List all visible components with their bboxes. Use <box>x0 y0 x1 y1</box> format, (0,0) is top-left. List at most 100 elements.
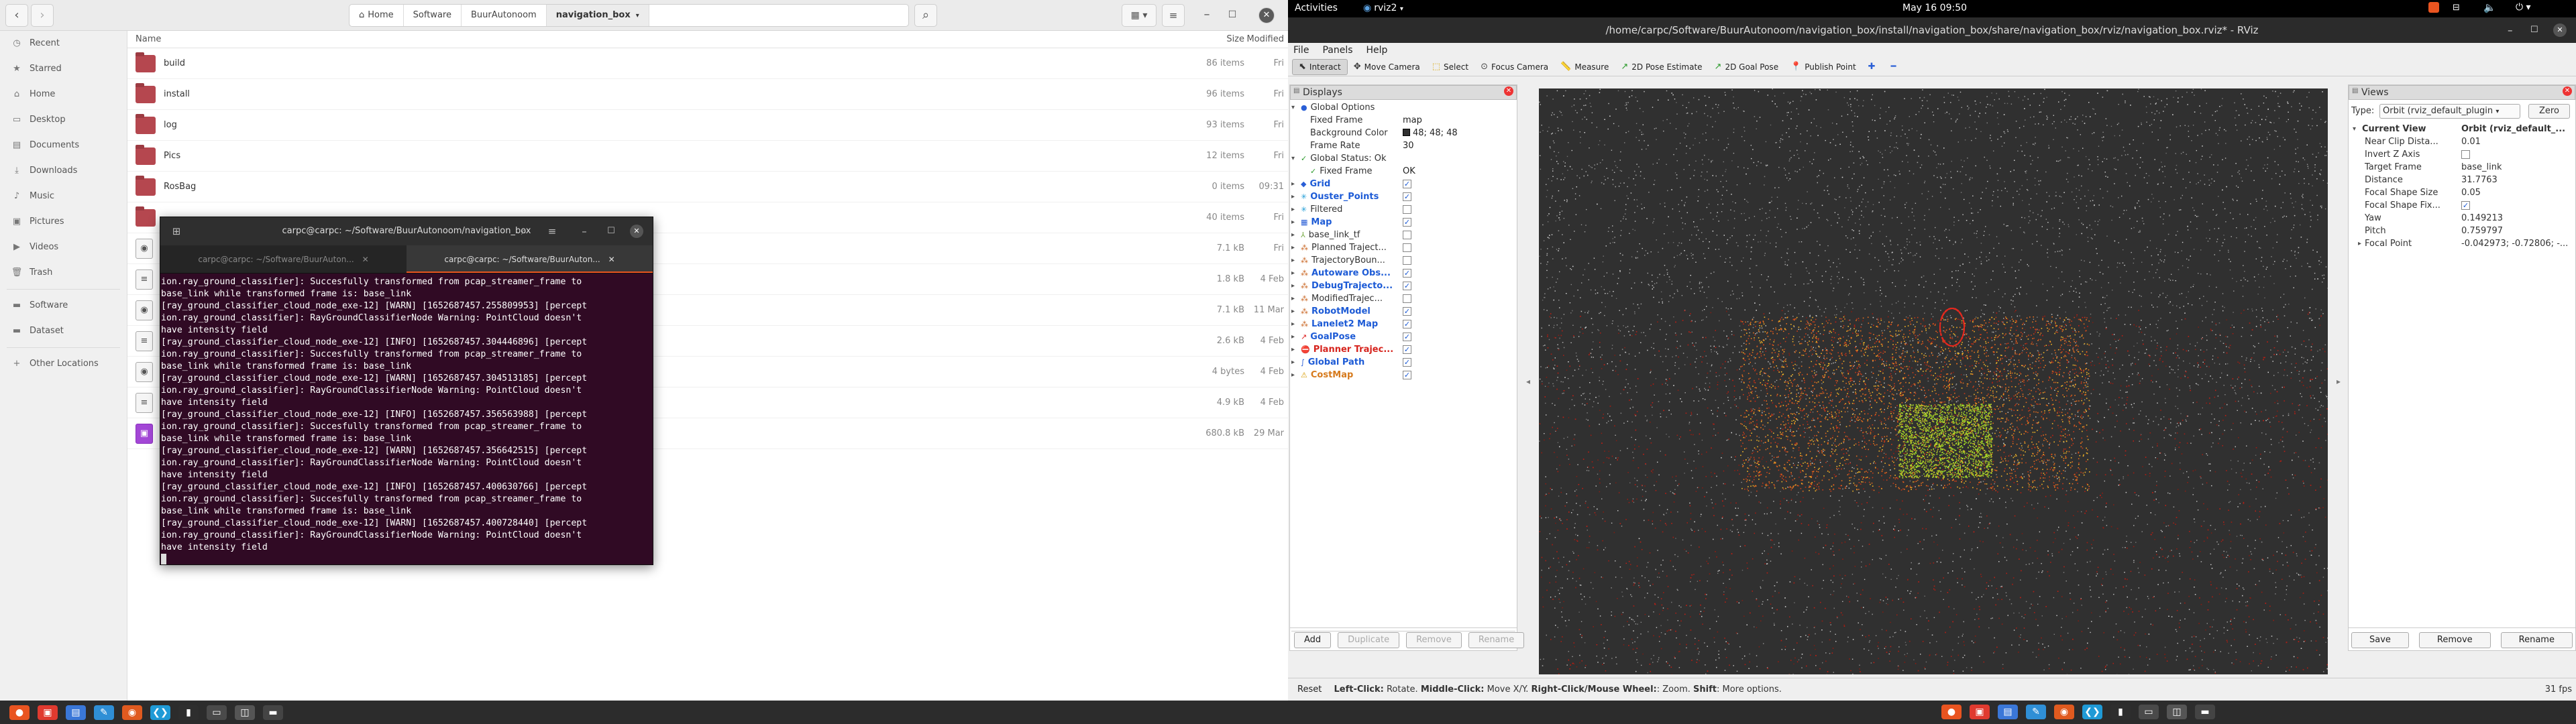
volume-icon[interactable]: 🔈 <box>2483 1 2496 13</box>
terminal-tab-2[interactable]: carpc@carpc: ~/Software/BuurAuton... ✕ <box>407 245 653 273</box>
minimize-button[interactable]: – <box>1195 4 1218 27</box>
maximize-icon[interactable]: ☐ <box>2530 17 2538 43</box>
sidebar-item-pictures[interactable]: ▣ Pictures <box>0 209 127 235</box>
display-fixed-frame[interactable]: ✓ Fixed Frame OK <box>1290 165 1517 178</box>
path-navigation-box[interactable]: navigation_box ▾ <box>547 5 649 26</box>
expand-right-icon[interactable]: ▸ <box>1291 203 1295 216</box>
display-checkbox[interactable]: ✓ <box>1403 180 1411 188</box>
tool-publish-point[interactable]: 📍 Publish Point <box>1784 59 1862 75</box>
expand-right-icon[interactable]: ▸ <box>1291 241 1295 254</box>
terminal-output[interactable]: ion.ray_ground_classifier]: Succesfully … <box>160 274 653 564</box>
display-robotmodel[interactable]: ▸ ⁂ RobotModel ✓ <box>1290 305 1517 318</box>
file-row[interactable]: log 93 items Fri <box>127 110 1288 141</box>
expand-down-icon[interactable]: ▾ <box>1291 152 1295 165</box>
column-size[interactable]: Size <box>1171 31 1244 48</box>
display-checkbox[interactable] <box>1403 243 1411 252</box>
display-global-status-ok[interactable]: ▾ ✓ Global Status: Ok <box>1290 152 1517 165</box>
close-icon[interactable]: ✕ <box>1504 86 1513 96</box>
tool-2d-pose-estimate[interactable]: ↗ 2D Pose Estimate <box>1615 59 1708 75</box>
expand-right-icon[interactable]: ▸ <box>1291 305 1295 318</box>
expand-right-icon[interactable]: ▸ <box>1291 292 1295 305</box>
path-software[interactable]: Software <box>404 5 462 26</box>
menu-help[interactable]: Help <box>1366 43 1388 58</box>
menu-button[interactable]: ≡ <box>1162 4 1185 27</box>
tool-move-camera[interactable]: ✥ Move Camera <box>1348 59 1426 75</box>
column-modified[interactable]: Modified <box>1244 31 1288 48</box>
display-value[interactable]: OK <box>1403 165 1415 178</box>
path-home[interactable]: ⌂ Home <box>350 5 404 26</box>
file-row[interactable]: RosBag 0 items 09:31 <box>127 172 1288 202</box>
display-planned-traject[interactable]: ▸ ⁂ Planned Traject... <box>1290 241 1517 254</box>
display-base-link-tf[interactable]: ▸ ⅄ base_link_tf <box>1290 229 1517 241</box>
new-tab-icon[interactable]: ⊞ <box>170 223 183 240</box>
sidebar-item-recent[interactable]: ◷ Recent <box>0 31 127 56</box>
file-row[interactable]: build 86 items Fri <box>127 48 1288 79</box>
menu-panels[interactable]: Panels <box>1322 43 1352 58</box>
tab-close-icon[interactable]: ✕ <box>608 255 615 264</box>
display-value[interactable]: 48; 48; 48 <box>1403 127 1458 139</box>
hamburger-icon[interactable]: ≡ <box>544 223 560 240</box>
display-checkbox[interactable]: ✓ <box>1403 371 1411 379</box>
path-buurautonoom[interactable]: BuurAutonoom <box>462 5 547 26</box>
sidebar-item-home[interactable]: ⌂ Home <box>0 82 127 107</box>
sidebar-item-downloads[interactable]: ⤓ Downloads <box>0 158 127 184</box>
tool-interact[interactable]: ⬉ Interact <box>1292 59 1348 75</box>
rename-display-button[interactable]: Rename <box>1468 632 1524 648</box>
view-toggle-button[interactable]: ▦ ▾ <box>1122 4 1157 27</box>
sidebar-item-videos[interactable]: ▶ Videos <box>0 235 127 260</box>
display-checkbox[interactable]: ✓ <box>1403 333 1411 341</box>
clock[interactable]: May 16 09:50 <box>1902 3 1967 13</box>
sidebar-item-trash[interactable]: 🗑 Trash <box>0 260 127 286</box>
activities-button[interactable]: Activities <box>1295 3 1338 13</box>
expand-right-icon[interactable]: ▸ <box>1291 343 1295 356</box>
display-debugtrajecto[interactable]: ▸ ⁂ DebugTrajecto... ✓ <box>1290 280 1517 292</box>
expand-right-icon[interactable]: ▸ <box>1291 280 1295 292</box>
forward-button[interactable]: › <box>31 4 54 27</box>
file-row[interactable]: install 96 items Fri <box>127 79 1288 110</box>
display-checkbox[interactable]: ✓ <box>1403 345 1411 354</box>
display-global-options[interactable]: ▾ ● Global Options <box>1290 101 1517 114</box>
display-checkbox[interactable]: ✓ <box>1403 320 1411 328</box>
display-lanelet2-map[interactable]: ▸ ⁂ Lanelet2 Map ✓ <box>1290 318 1517 330</box>
tool-measure[interactable]: 📏 Measure <box>1554 59 1615 75</box>
display-checkbox[interactable]: ✓ <box>1403 192 1411 201</box>
duplicate-display-button[interactable]: Duplicate <box>1338 632 1399 648</box>
close-icon[interactable]: ✕ <box>2553 23 2567 37</box>
display-autoware-obs[interactable]: ▸ ⁂ Autoware Obs... ✓ <box>1290 267 1517 280</box>
sidebar-item-dataset[interactable]: ▬ Dataset <box>0 318 127 344</box>
maximize-button[interactable]: ☐ <box>1221 4 1244 27</box>
display-value[interactable]: 30 <box>1403 139 1414 152</box>
expand-right-icon[interactable]: ▸ <box>1291 369 1295 381</box>
file-row[interactable]: Pics 12 items Fri <box>127 141 1288 172</box>
sidebar-item-other-locations[interactable]: + Other Locations <box>0 351 127 377</box>
sidebar-item-music[interactable]: ♪ Music <box>0 184 127 209</box>
minimize-icon[interactable]: – <box>576 223 592 240</box>
display-ouster-points[interactable]: ▸ ✳ Ouster_Points ✓ <box>1290 190 1517 203</box>
tool-focus-camera[interactable]: ⊙ Focus Camera <box>1474 59 1554 75</box>
display-checkbox[interactable] <box>1403 294 1411 303</box>
power-icon[interactable]: ⏻ ▾ <box>2516 2 2531 13</box>
expand-right-icon[interactable]: ▸ <box>1291 356 1295 369</box>
network-icon[interactable]: ⊟ <box>2453 3 2460 13</box>
display-trajectoryboun[interactable]: ▸ ⁂ TrajectoryBoun... <box>1290 254 1517 267</box>
display-checkbox[interactable] <box>1403 256 1411 265</box>
app-menu[interactable]: ◉ rviz2 ▾ <box>1363 3 1403 13</box>
display-map[interactable]: ▸ ▦ Map ✓ <box>1290 216 1517 229</box>
tab-close-icon[interactable]: ✕ <box>362 255 369 264</box>
sidebar-item-starred[interactable]: ★ Starred <box>0 56 127 82</box>
tool-2d-goal-pose[interactable]: ↗ 2D Goal Pose <box>1709 59 1785 75</box>
expand-right-icon[interactable]: ▸ <box>1291 190 1295 203</box>
search-button[interactable]: ⌕ <box>914 4 937 27</box>
expand-down-icon[interactable]: ▾ <box>1291 101 1295 114</box>
expand-right-icon[interactable]: ▸ <box>1291 330 1295 343</box>
display-checkbox[interactable] <box>1403 231 1411 239</box>
display-checkbox[interactable]: ✓ <box>1403 218 1411 227</box>
display-checkbox[interactable]: ✓ <box>1403 282 1411 290</box>
display-checkbox[interactable]: ✓ <box>1403 307 1411 316</box>
display-costmap[interactable]: ▸ ⚠ CostMap ✓ <box>1290 369 1517 381</box>
3d-viewport[interactable] <box>1539 88 2328 674</box>
column-name[interactable]: Name <box>127 31 1171 48</box>
display-modifiedtrajec[interactable]: ▸ ⁂ ModifiedTrajec... <box>1290 292 1517 305</box>
display-grid[interactable]: ▸ ◆ Grid ✓ <box>1290 178 1517 190</box>
display-fixed-frame[interactable]: Fixed Frame map <box>1290 114 1517 127</box>
